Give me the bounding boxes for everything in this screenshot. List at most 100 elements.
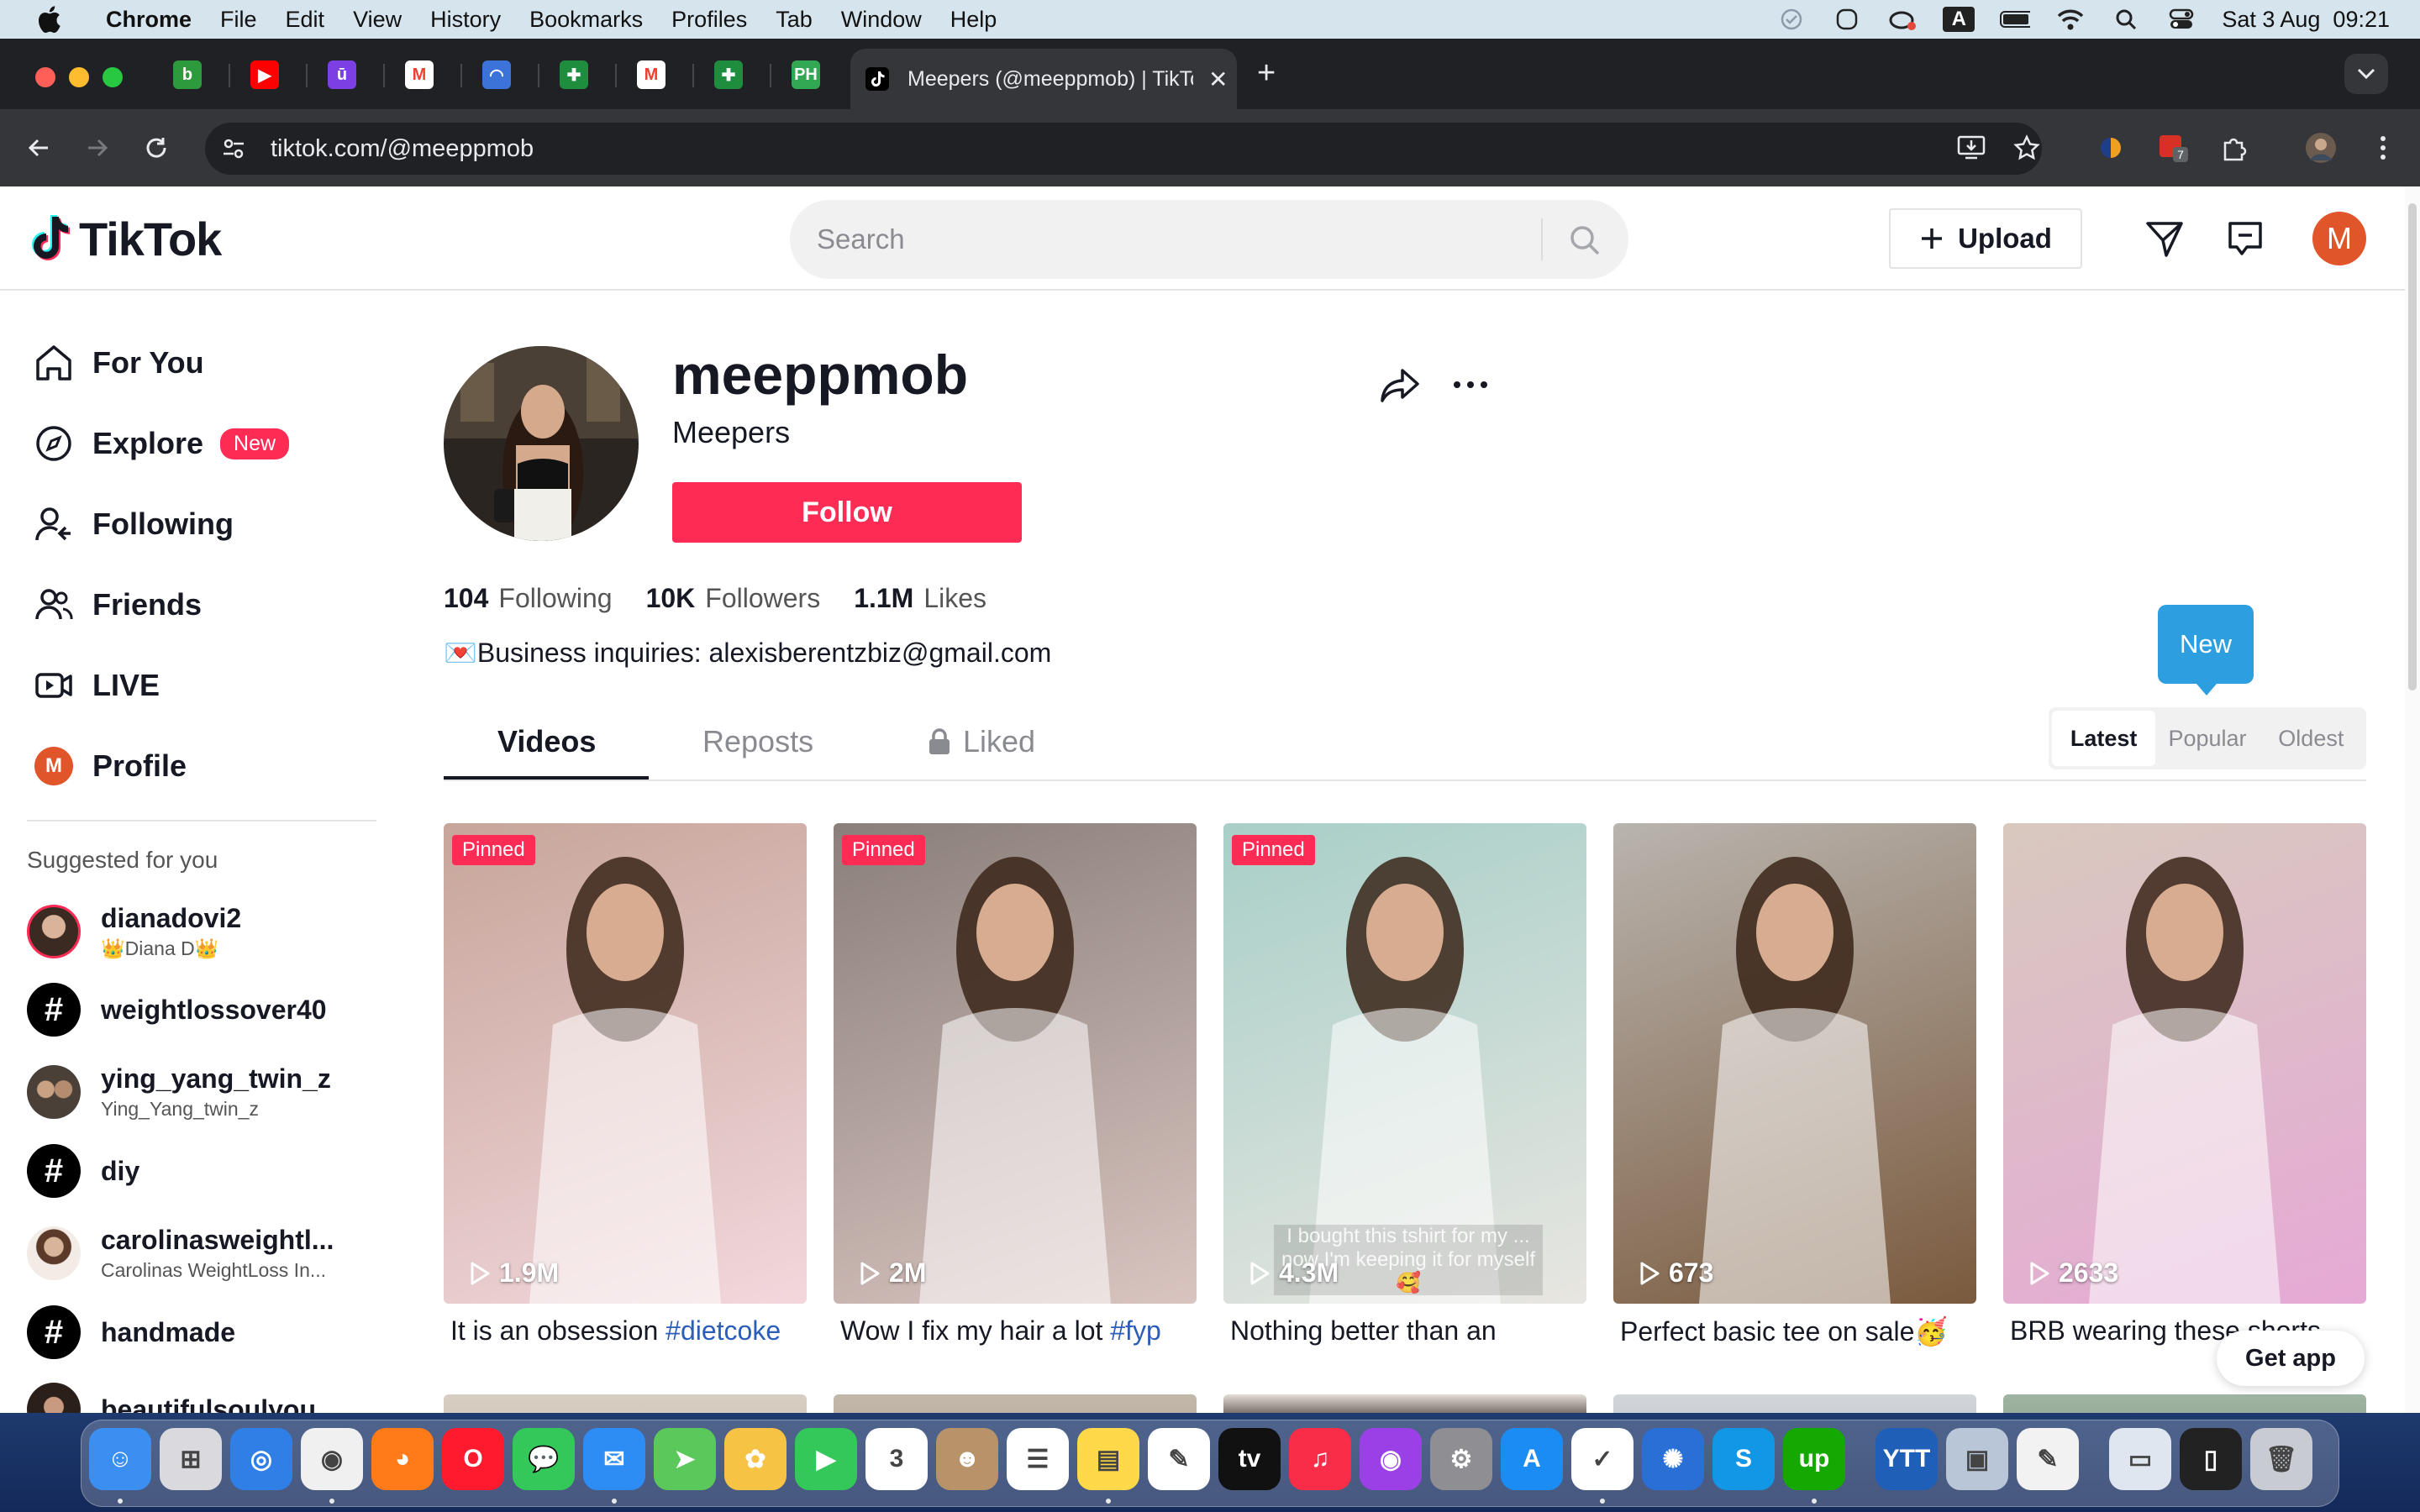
spotlight-search-icon[interactable] [2111,7,2141,32]
menu-history[interactable]: History [430,7,501,33]
rounded-square-status-icon[interactable] [1832,7,1862,32]
new-tab-button[interactable]: + [1257,57,1276,89]
reload-button[interactable] [139,131,173,165]
launchpad-icon[interactable]: ⊞ [160,1428,222,1490]
music-icon[interactable]: ♫ [1289,1428,1351,1490]
menu-tab[interactable]: Tab [776,7,813,33]
mail-icon[interactable]: ✉ [583,1428,645,1490]
chrome-profile-avatar[interactable] [2304,131,2338,165]
gmail-icon[interactable]: M [405,60,434,89]
profile-photo[interactable] [444,346,639,541]
url-text[interactable]: tiktok.com/@meeppmob [271,135,534,163]
page-scrollbar[interactable] [2405,186,2420,1413]
video-thumbnail[interactable]: 2633 [2003,823,2366,1304]
calendar-icon[interactable]: 3 [865,1428,928,1490]
maps-icon[interactable]: ➤ [654,1428,716,1490]
network-icon[interactable]: ✺ [1642,1428,1704,1490]
finder-icon[interactable]: ☺ [89,1428,151,1490]
tab-videos[interactable]: Videos [497,724,596,759]
active-tab[interactable]: Meepers (@meeppmob) | TikTok ✕ [850,49,1237,109]
trash-icon[interactable]: 🗑 [2250,1428,2312,1490]
menu-window[interactable]: Window [841,7,922,33]
suggested-hashtag[interactable]: # handmade [27,1305,235,1359]
extension-red-badge-icon[interactable]: 7 [2156,131,2190,165]
phone-thumb-icon[interactable]: ▯ [2180,1428,2242,1490]
following-count[interactable]: 104 [444,583,488,614]
menu-app-name[interactable]: Chrome [106,7,192,33]
video-hashtag-link[interactable]: #dietcoke [666,1315,781,1346]
nav-live[interactable]: LIVE [32,660,160,711]
podcasts-icon[interactable]: ◉ [1360,1428,1422,1490]
nav-explore[interactable]: Explore New [32,418,290,469]
video-thumbnail[interactable]: Pinned 2M [834,823,1197,1304]
checkmark-status-icon[interactable] [1776,7,1807,32]
window-thumb-icon[interactable]: ▭ [2109,1428,2171,1490]
blue-globe-icon[interactable]: ◠ [482,60,511,89]
search-icon[interactable] [1560,215,1610,265]
apple-tv-icon[interactable]: tv [1218,1428,1281,1490]
tab-search-button[interactable] [2344,54,2388,94]
followers-count[interactable]: 10K [646,583,696,614]
sheets-plus-icon[interactable]: ✚ [714,60,743,89]
extensions-puzzle-icon[interactable] [2217,131,2250,165]
nav-following[interactable]: Following [32,499,234,549]
nav-friends[interactable]: Friends [32,580,202,630]
back-button[interactable] [22,131,55,165]
sort-popular[interactable]: Popular [2155,711,2259,766]
more-options-icon[interactable] [1445,360,1496,410]
menu-edit[interactable]: Edit [286,7,325,33]
photos-icon[interactable]: ✿ [724,1428,786,1490]
textedit-icon[interactable]: ✎ [2017,1428,2079,1490]
battery-icon[interactable] [2000,7,2031,32]
follow-button[interactable]: Follow [672,482,1022,543]
sort-oldest[interactable]: Oldest [2260,711,2363,766]
menu-view[interactable]: View [353,7,402,33]
site-info-icon[interactable] [217,132,250,165]
freeform-icon[interactable]: ✎ [1148,1428,1210,1490]
control-center-icon[interactable] [2166,7,2196,32]
install-app-icon[interactable] [1954,131,1988,165]
facetime-icon[interactable]: ▶ [795,1428,857,1490]
messages-icon[interactable]: 💬 [513,1428,575,1490]
messages-send-icon[interactable] [2139,213,2190,264]
upwork-icon[interactable]: up [1783,1428,1845,1490]
suggested-hashtag[interactable]: # diy [27,1144,139,1198]
creative-cloud-icon[interactable] [1887,7,1918,32]
menu-bookmarks[interactable]: Bookmarks [529,7,643,33]
preview-icon[interactable]: ▣ [1946,1428,2008,1490]
reminders-icon[interactable]: ☰ [1007,1428,1069,1490]
video-caption[interactable]: It is an obsession #dietcoke [450,1315,813,1347]
new-feature-tooltip[interactable]: New [2158,605,2254,696]
window-zoom-button[interactable] [103,67,123,87]
close-tab-icon[interactable]: ✕ [1208,66,1228,93]
ph-icon[interactable]: PH [792,60,820,89]
sheets-plus-icon[interactable]: ✚ [560,60,588,89]
gmail-icon[interactable]: M [637,60,666,89]
bookmark-star-icon[interactable] [2010,131,2044,165]
suggested-account[interactable]: carolinasweightl... Carolinas WeightLoss … [27,1225,334,1282]
upload-button[interactable]: Upload [1889,208,2082,269]
share-icon[interactable] [1375,360,1425,410]
video-thumbnail[interactable]: 673 [1613,823,1976,1304]
contacts-icon[interactable]: ☻ [936,1428,998,1490]
notes-icon[interactable]: ▤ [1077,1428,1139,1490]
scrollbar-thumb[interactable] [2408,203,2417,690]
youtube-icon[interactable]: ▶ [250,60,279,89]
system-settings-icon[interactable]: ⚙ [1430,1428,1492,1490]
get-app-button[interactable]: Get app [2217,1331,2365,1386]
tab-reposts[interactable]: Reposts [702,724,813,759]
nav-for-you[interactable]: For You [32,338,204,388]
menubar-clock[interactable]: Sat 3 Aug 09:21 [2222,7,2390,33]
followers-label[interactable]: Followers [705,583,820,614]
safari-icon[interactable]: ◎ [230,1428,292,1490]
ytt-icon[interactable]: YTT [1876,1428,1938,1490]
menu-file[interactable]: File [220,7,257,33]
apple-menu-icon[interactable] [32,3,66,36]
chrome-icon[interactable]: ◉ [301,1428,363,1490]
address-bar[interactable]: tiktok.com/@meeppmob [205,123,2042,175]
inbox-icon[interactable] [2220,213,2270,264]
suggested-account[interactable]: ying_yang_twin_z Ying_Yang_twin_z [27,1063,331,1121]
window-minimize-button[interactable] [69,67,89,87]
forward-button[interactable] [81,131,114,165]
window-close-button[interactable] [35,67,55,87]
